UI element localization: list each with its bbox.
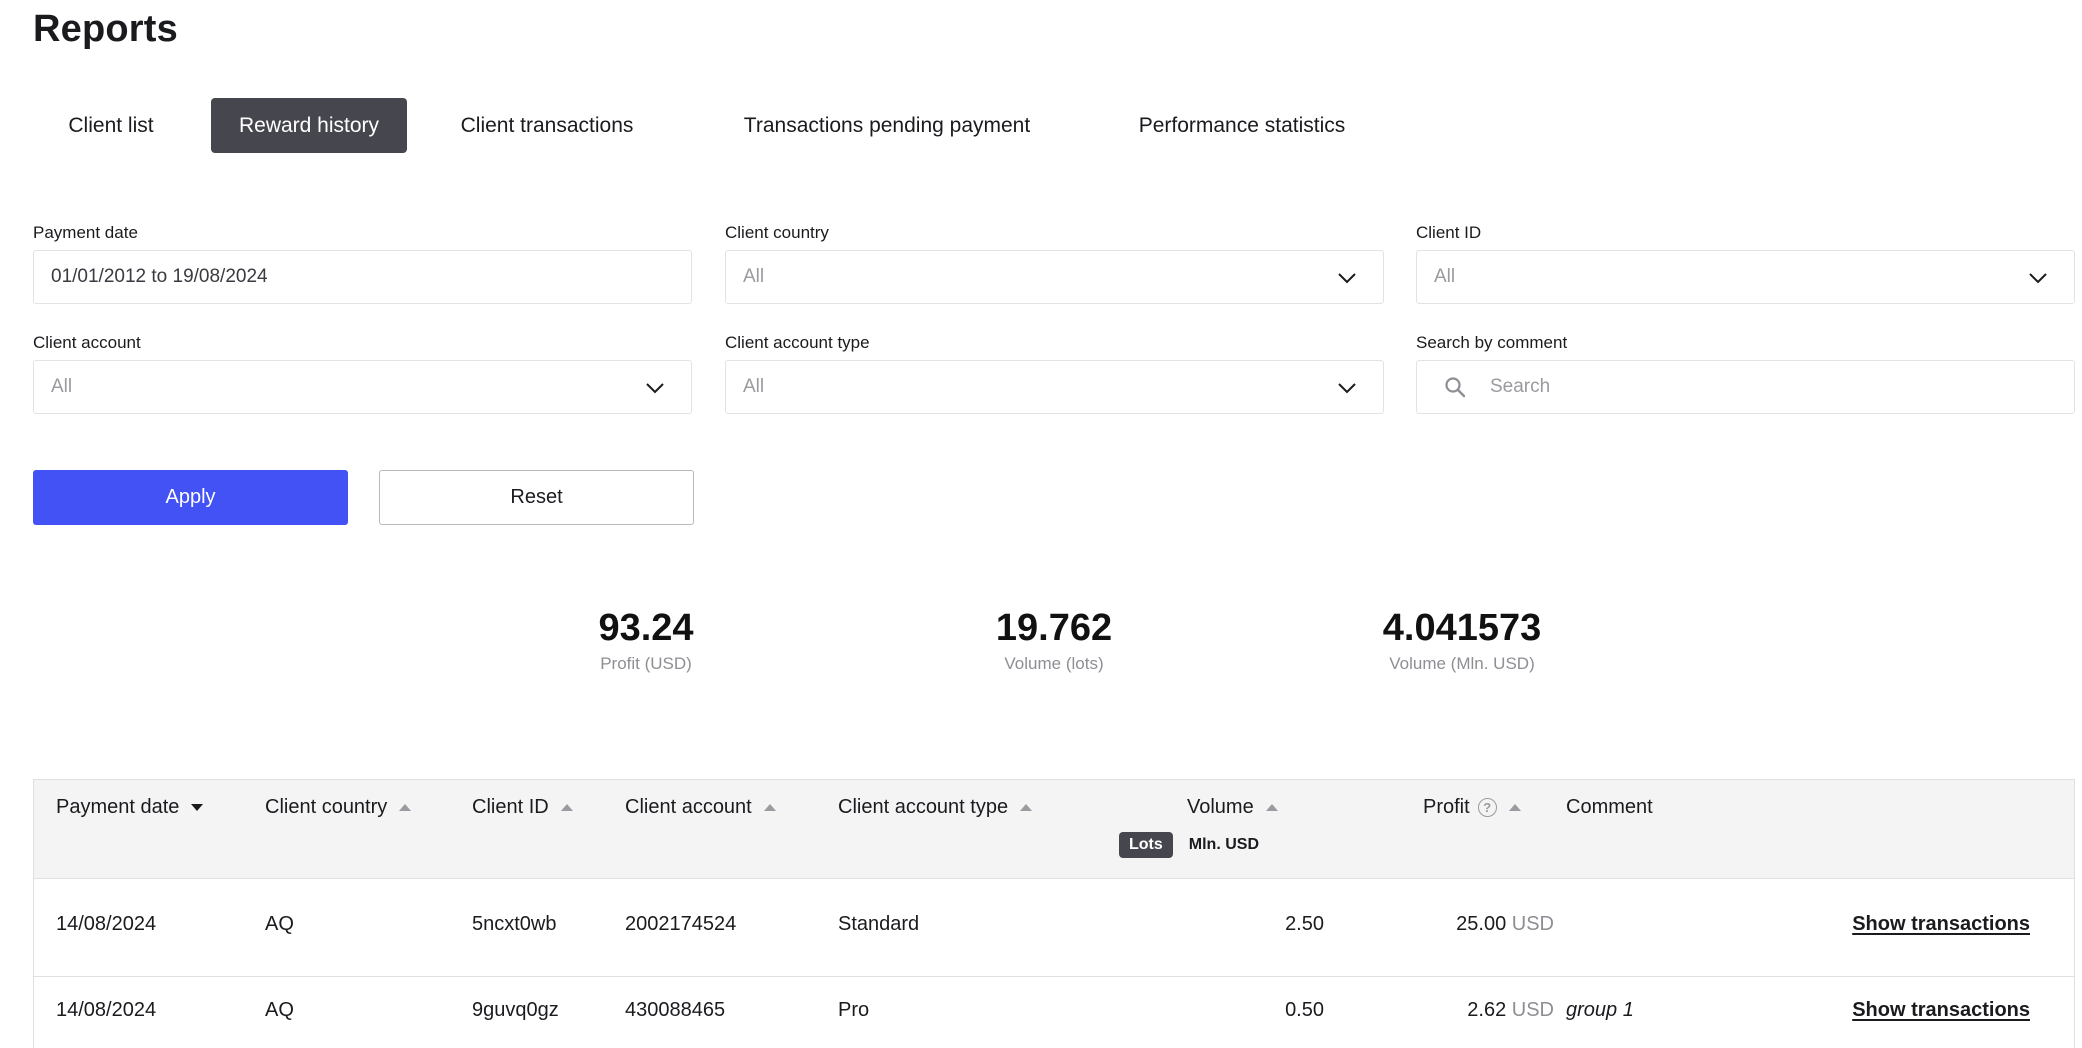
show-transactions-link[interactable]: Show transactions	[1852, 999, 2030, 1022]
cell-profit-value: 2.62	[1467, 999, 1507, 1021]
chevron-down-icon	[1338, 273, 1356, 284]
search-by-comment-box[interactable]: Search	[1416, 360, 2075, 414]
cell-profit: 2.62 USD	[1374, 999, 1554, 1022]
search-by-comment-label: Search by comment	[1416, 333, 1568, 352]
cell-profit: 25.00 USD	[1374, 913, 1554, 936]
cell-client-id: 9guvq0gz	[472, 999, 559, 1021]
sort-asc-icon[interactable]	[763, 803, 776, 811]
client-account-type-select[interactable]: All	[725, 360, 1384, 414]
table-header: Payment date Client country Client ID Cl…	[34, 780, 2074, 879]
client-id-select[interactable]: All	[1416, 250, 2075, 304]
cell-client-id: 5ncxt0wb	[472, 913, 557, 935]
cell-client-country: AQ	[265, 999, 294, 1021]
col-profit-label: Profit	[1423, 795, 1470, 818]
client-country-select[interactable]: All	[725, 250, 1384, 304]
col-client-country[interactable]: Client country	[265, 792, 412, 822]
tab-performance-statistics[interactable]: Performance statistics	[1087, 98, 1397, 153]
stat-volume-usd: 4.041573 Volume (Mln. USD)	[1383, 604, 1542, 674]
stat-profit-value: 93.24	[598, 607, 694, 649]
col-volume[interactable]: Volume	[1187, 792, 1278, 822]
col-client-account[interactable]: Client account	[625, 792, 776, 822]
client-account-type-value: All	[743, 376, 765, 397]
cell-payment-date: 14/08/2024	[56, 913, 157, 935]
cell-client-account-type: Standard	[838, 913, 920, 935]
cell-client-account-type: Pro	[838, 999, 870, 1021]
help-circle-icon[interactable]: ?	[1477, 797, 1497, 817]
chevron-down-icon	[646, 383, 664, 394]
client-account-type-label: Client account type	[725, 333, 870, 352]
stat-volume-lots: 19.762 Volume (lots)	[996, 604, 1112, 674]
cell-client-country: AQ	[265, 913, 294, 935]
stat-volume-usd-value: 4.041573	[1382, 607, 1542, 649]
client-id-value: All	[1434, 266, 1456, 287]
client-country-value: All	[743, 266, 765, 287]
page-title: Reports	[33, 8, 178, 50]
chevron-down-icon	[2029, 273, 2047, 284]
volume-unit-lots[interactable]: Lots	[1119, 832, 1173, 858]
col-profit[interactable]: Profit ?	[1423, 792, 1521, 822]
table-row: 14/08/2024 AQ 9guvq0gz 430088465 Pro 0.5…	[34, 977, 2074, 1048]
search-input[interactable]: Search	[1490, 376, 1550, 398]
col-client-account-type-label: Client account type	[838, 795, 1009, 818]
sort-asc-icon[interactable]	[1020, 803, 1033, 811]
table-row: 14/08/2024 AQ 5ncxt0wb 2002174524 Standa…	[34, 879, 2074, 977]
sort-desc-icon[interactable]	[191, 803, 204, 811]
cell-comment: group 1	[1566, 999, 1634, 1021]
cell-profit-currency: USD	[1511, 913, 1554, 935]
sort-asc-icon[interactable]	[1508, 803, 1521, 811]
stat-profit-label: Profit (USD)	[600, 654, 692, 673]
sort-asc-icon[interactable]	[560, 803, 573, 811]
col-comment: Comment	[1566, 792, 1653, 822]
cell-client-account: 430088465	[625, 999, 726, 1021]
payment-date-input[interactable]: 01/01/2012 to 19/08/2024	[33, 250, 692, 304]
report-tabs: Client list Reward history Client transa…	[33, 98, 1397, 153]
payment-date-filter: Payment date 01/01/2012 to 19/08/2024	[33, 223, 692, 304]
tab-reward-history[interactable]: Reward history	[211, 98, 407, 153]
search-icon	[1445, 377, 1466, 398]
cell-volume: 0.50	[1285, 999, 1324, 1021]
col-client-country-label: Client country	[265, 795, 388, 818]
client-account-value: All	[51, 376, 73, 397]
cell-volume: 2.50	[1285, 913, 1324, 935]
sort-asc-icon[interactable]	[1265, 803, 1278, 811]
sort-asc-icon[interactable]	[399, 803, 412, 811]
stat-volume-lots-value: 19.762	[995, 607, 1113, 649]
client-id-filter: Client ID All	[1416, 223, 2075, 304]
payment-date-label: Payment date	[33, 223, 138, 242]
client-account-filter: Client account All	[33, 333, 692, 414]
search-by-comment-filter: Search by comment Search	[1416, 333, 2075, 414]
col-comment-label: Comment	[1566, 795, 1653, 818]
show-transactions-link[interactable]: Show transactions	[1852, 913, 2030, 936]
cell-profit-currency: USD	[1511, 999, 1554, 1021]
client-account-label: Client account	[33, 333, 141, 352]
chevron-down-icon	[1338, 383, 1356, 394]
col-payment-date-label: Payment date	[56, 795, 180, 818]
volume-unit-toggle: Lots Mln. USD	[1119, 832, 1259, 858]
col-client-id-label: Client ID	[472, 795, 549, 818]
stat-profit: 93.24 Profit (USD)	[598, 604, 693, 674]
tab-client-list[interactable]: Client list	[33, 98, 211, 153]
volume-unit-mln-usd[interactable]: Mln. USD	[1189, 836, 1259, 854]
cell-payment-date: 14/08/2024	[56, 999, 157, 1021]
client-id-label: Client ID	[1416, 223, 1482, 242]
stat-volume-usd-label: Volume (Mln. USD)	[1389, 654, 1535, 673]
stat-volume-lots-label: Volume (lots)	[1004, 654, 1104, 673]
tab-client-transactions[interactable]: Client transactions	[407, 98, 687, 153]
reward-history-table: Payment date Client country Client ID Cl…	[33, 779, 2075, 1048]
reset-button[interactable]: Reset	[379, 470, 694, 525]
cell-profit-value: 25.00	[1456, 913, 1507, 935]
apply-button[interactable]: Apply	[33, 470, 348, 525]
col-client-account-label: Client account	[625, 795, 752, 818]
client-account-select[interactable]: All	[33, 360, 692, 414]
payment-date-value: 01/01/2012 to 19/08/2024	[51, 266, 268, 287]
col-client-account-type[interactable]: Client account type	[838, 792, 1033, 822]
cell-client-account: 2002174524	[625, 913, 737, 935]
client-country-filter: Client country All	[725, 223, 1384, 304]
client-country-label: Client country	[725, 223, 829, 242]
tab-transactions-pending-payment[interactable]: Transactions pending payment	[687, 98, 1087, 153]
col-payment-date[interactable]: Payment date	[56, 792, 204, 822]
client-account-type-filter: Client account type All	[725, 333, 1384, 414]
col-client-id[interactable]: Client ID	[472, 792, 573, 822]
col-volume-label: Volume	[1187, 795, 1254, 818]
